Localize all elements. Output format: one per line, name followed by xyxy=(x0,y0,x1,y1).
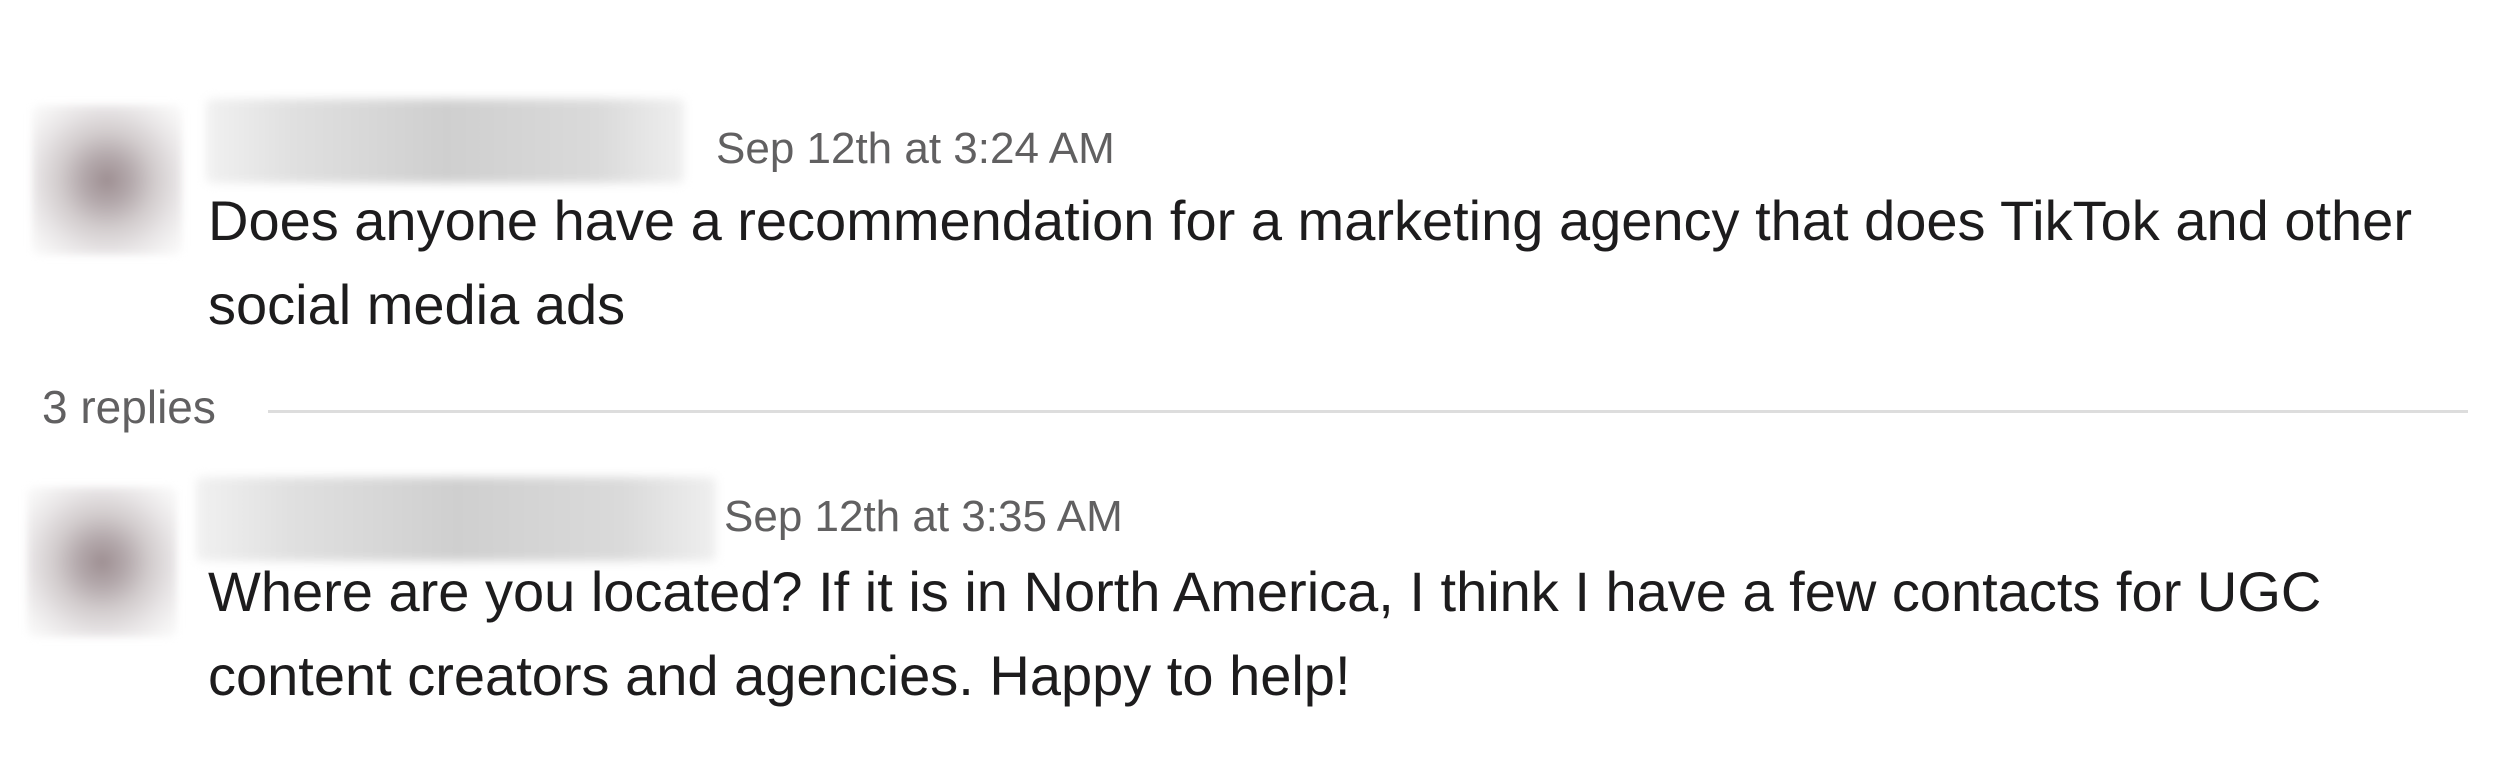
sender-name[interactable] xyxy=(206,99,684,183)
message-text: Where are you located? If it is in North… xyxy=(208,560,2322,707)
avatar[interactable] xyxy=(27,487,177,637)
replies-divider: 3 replies xyxy=(0,380,2500,440)
message-text: Does anyone have a recommendation for a … xyxy=(208,189,2412,336)
message-timestamp[interactable]: Sep 12th at 3:35 AM xyxy=(724,495,1123,539)
replies-count[interactable]: 3 replies xyxy=(42,384,216,430)
message-timestamp[interactable]: Sep 12th at 3:24 AM xyxy=(716,127,1115,171)
divider-line xyxy=(268,410,2468,413)
avatar[interactable] xyxy=(32,105,182,255)
message-1: Sep 12th at 3:24 AM Does anyone have a r… xyxy=(0,95,2500,355)
message-2: Sep 12th at 3:35 AM Where are you locate… xyxy=(0,475,2500,745)
sender-name[interactable] xyxy=(196,477,716,561)
